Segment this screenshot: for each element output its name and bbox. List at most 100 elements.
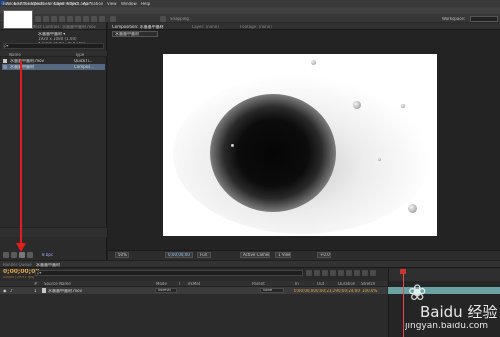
ink-droplet: [311, 60, 316, 65]
layer-in-point[interactable]: 0;00;00;00: [294, 289, 316, 293]
zoom-dropdown[interactable]: 50%: [115, 252, 129, 258]
column-t: T: [178, 282, 181, 286]
bpc-indicator[interactable]: 8 bpc: [42, 253, 53, 257]
column-type[interactable]: Type: [75, 53, 84, 57]
ink-blot: [210, 94, 336, 212]
graph-editor-icon[interactable]: [346, 270, 352, 276]
project-meta-size: 1920 x 1080 (1.00): [38, 37, 77, 41]
column-mode[interactable]: Mode: [156, 282, 167, 286]
menu-file[interactable]: File: [3, 2, 10, 6]
delete-icon[interactable]: [27, 252, 33, 258]
motion-blur-icon[interactable]: [338, 270, 344, 276]
ink-droplet: [378, 158, 381, 161]
tab-render-queue[interactable]: Render Queue: [3, 263, 32, 267]
resolution-dropdown[interactable]: Full: [197, 252, 211, 258]
comp-mini-flowchart-icon[interactable]: [306, 270, 312, 276]
layer-duration-bar[interactable]: [388, 287, 500, 294]
parent-dropdown[interactable]: None: [260, 288, 284, 293]
ink-droplet: [408, 204, 417, 213]
menu-window[interactable]: Window: [121, 2, 137, 6]
baidu-paw-logo: ❀: [408, 283, 427, 305]
footage-icon: [3, 59, 7, 63]
menu-layer[interactable]: Layer: [54, 2, 65, 6]
puppet-pin-tool-icon[interactable]: [110, 15, 116, 22]
layer-out-point[interactable]: 0;00;23;29: [316, 289, 338, 293]
layer-stretch[interactable]: 100.0%: [362, 289, 377, 293]
visibility-eye-icon[interactable]: ◉: [3, 289, 7, 293]
interpret-footage-icon[interactable]: [3, 252, 9, 258]
column-in[interactable]: In: [295, 282, 299, 286]
comp-breadcrumb-label: 水墨墨中墨材: [115, 32, 139, 36]
composition-icon: [3, 65, 7, 69]
project-item-composition[interactable]: 水墨墨中墨材 Compos...: [2, 64, 105, 70]
search-icon: ρ▾: [4, 44, 9, 48]
view-layout-dropdown[interactable]: 1 View: [275, 252, 291, 258]
red-arrow-annotation: [20, 60, 22, 246]
menu-edit[interactable]: Edit: [14, 2, 22, 6]
workspace-dropdown[interactable]: [470, 15, 498, 22]
project-item-type: QuickTi...: [74, 59, 93, 63]
brush-tool-icon[interactable]: [75, 15, 81, 22]
project-search-input[interactable]: [3, 43, 104, 49]
footage-icon: [42, 288, 46, 293]
timeline-search-input[interactable]: [35, 270, 303, 276]
menu-animation[interactable]: Animation: [83, 2, 103, 6]
timeline-options-icon[interactable]: [370, 270, 376, 276]
exposure-field[interactable]: +0.0: [317, 252, 331, 258]
audio-speaker-icon[interactable]: ♪: [10, 289, 13, 293]
column-stretch[interactable]: Stretch: [361, 282, 375, 286]
composition-tab-bar: [108, 23, 500, 30]
red-arrow-head: [16, 243, 26, 252]
auto-keyframe-icon[interactable]: [362, 270, 368, 276]
project-item-name: 水墨墨中墨材.mov: [10, 59, 44, 63]
camera-dropdown[interactable]: Active Camera: [240, 252, 270, 258]
snapping-label: Snapping: [170, 16, 189, 21]
playhead-handle[interactable]: [400, 269, 406, 274]
pen-tool-icon[interactable]: [59, 15, 65, 22]
type-tool-icon[interactable]: [67, 15, 73, 22]
tab-layer[interactable]: Layer: (none): [192, 25, 219, 29]
column-source-name[interactable]: Source Name: [44, 282, 71, 286]
ink-droplet: [231, 144, 234, 147]
tab-timeline-comp[interactable]: 水墨墨中墨材: [36, 263, 60, 267]
menu-effect[interactable]: Effect: [67, 2, 79, 6]
mode-dropdown[interactable]: Normal: [155, 288, 177, 293]
layer-source-name[interactable]: 水墨墨中墨材.mov: [48, 289, 82, 293]
viewer-timecode[interactable]: 0;00;00;00: [165, 252, 193, 258]
menu-view[interactable]: View: [107, 2, 117, 6]
roto-brush-tool-icon[interactable]: [99, 15, 105, 22]
brainstorm-icon[interactable]: [354, 270, 360, 276]
menu-composition[interactable]: Composition: [25, 2, 50, 6]
clone-stamp-tool-icon[interactable]: [83, 15, 89, 22]
column-duration[interactable]: Duration: [338, 282, 355, 286]
hide-shy-layers-icon[interactable]: [322, 270, 328, 276]
tab-footage[interactable]: Footage: (none): [240, 25, 272, 29]
column-out[interactable]: Out: [317, 282, 324, 286]
ink-droplet: [353, 101, 361, 109]
project-selected-item[interactable]: 水墨墨中墨材 ▾: [38, 32, 65, 36]
column-trkmat[interactable]: TrkMat: [187, 282, 200, 286]
composition-canvas[interactable]: [163, 54, 437, 236]
watermark-url: jingyan.baidu.com: [405, 322, 489, 331]
layer-duration[interactable]: 0;00;24;00: [338, 289, 360, 293]
ink-droplet: [401, 104, 405, 108]
column-name[interactable]: Name: [9, 53, 21, 57]
camera-tool-icon[interactable]: [35, 15, 41, 22]
timeline-fps: 00000 (29.97 fps): [3, 276, 35, 279]
new-composition-icon[interactable]: [19, 252, 25, 258]
tab-composition[interactable]: Composition: 水墨墨中墨材: [112, 25, 164, 29]
timeline-timecode[interactable]: 0;00;00;00: [3, 269, 39, 275]
draft-3d-icon[interactable]: [314, 270, 320, 276]
column-parent[interactable]: Parent: [252, 282, 265, 286]
project-item-name: 水墨墨中墨材: [10, 65, 34, 69]
mask-tool-icon[interactable]: [51, 15, 57, 22]
frame-blending-icon[interactable]: [330, 270, 336, 276]
current-time-indicator[interactable]: [403, 270, 404, 337]
menu-help[interactable]: Help: [141, 2, 150, 6]
eraser-tool-icon[interactable]: [91, 15, 97, 22]
snapping-checkbox[interactable]: [160, 15, 166, 22]
timeline-tab-bar: [0, 261, 500, 268]
pan-behind-tool-icon[interactable]: [43, 15, 49, 22]
tab-effect-controls[interactable]: Effect Controls: 水墨墨中墨材.mov: [30, 25, 106, 29]
new-folder-icon[interactable]: [11, 252, 17, 258]
